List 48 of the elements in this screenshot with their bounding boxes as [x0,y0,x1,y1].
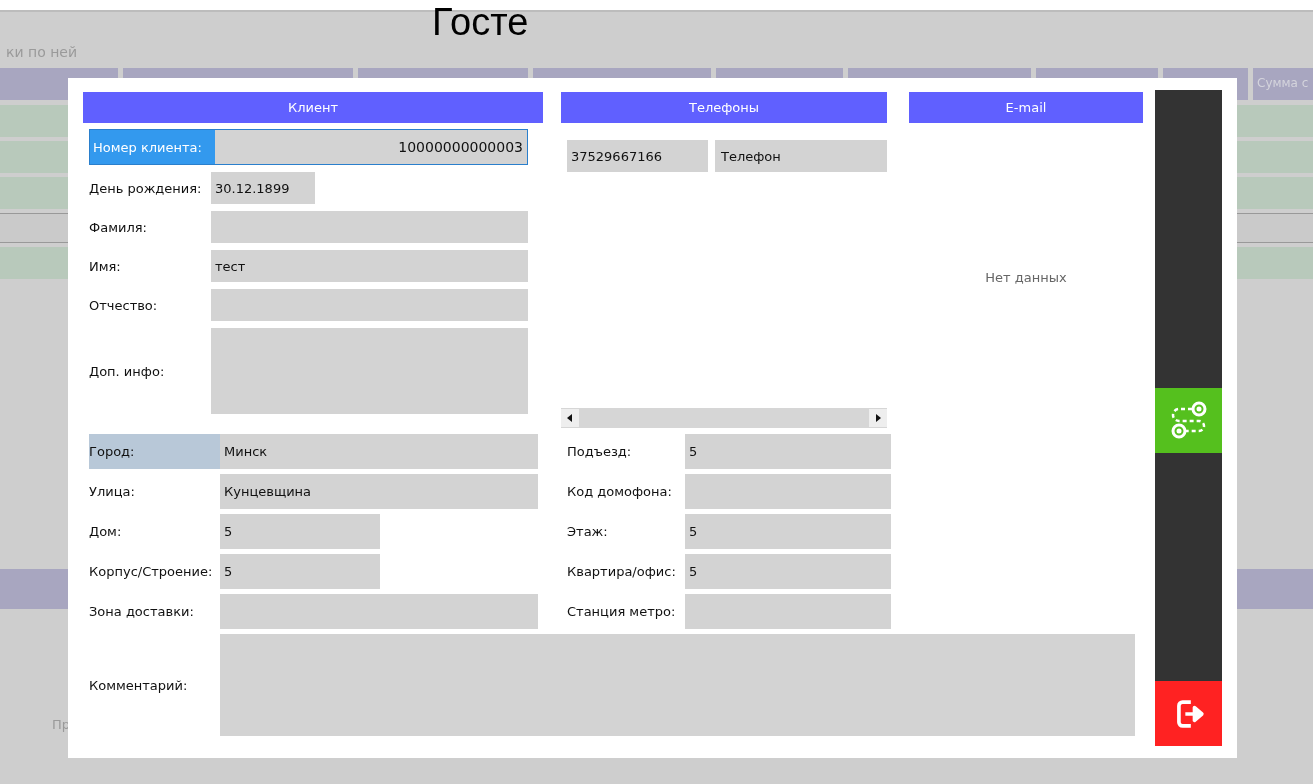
input-field[interactable]: Минск [220,434,538,469]
selected-field-row[interactable]: Номер клиента: 10000000000003 [89,129,528,165]
input-field[interactable]: 5 [220,514,380,549]
exit-button[interactable] [1155,681,1222,746]
field-label: Код домофона: [567,483,673,501]
field-label: Этаж: [567,523,609,541]
page-title: Госте [432,1,529,43]
field-label: Город: [89,443,136,461]
field-label: Имя: [89,257,122,276]
field-label: День рождения: [89,179,203,198]
field-label: Комментарий: [89,676,189,695]
comment-field[interactable] [220,634,1135,736]
field-label: Отчество: [89,296,159,315]
input-field[interactable]: 5 [220,554,380,589]
scroll-left-icon[interactable] [561,409,579,427]
field-label: Доп. инфо: [89,362,166,381]
input-field[interactable]: 10000000000003 [215,130,527,164]
input-field[interactable] [211,328,528,414]
field-label: Квартира/офис: [567,563,677,581]
field-label: Дом: [89,523,123,541]
input-field[interactable] [685,474,891,509]
input-field[interactable]: 30.12.1899 [211,172,315,204]
column-header: Телефоны [561,92,887,123]
field-label: Фамиля: [89,218,148,237]
highlighted-field-row[interactable]: Город: Минск [89,434,538,469]
input-field[interactable]: Кунцевщина [220,474,538,509]
field-label: Улица: [89,483,136,501]
column-header: Клиент [83,92,543,123]
horizontal-scrollbar[interactable] [561,408,887,428]
phone-number-cell[interactable]: 37529667166 [567,140,708,172]
input-field[interactable] [685,594,891,629]
field-label: Подъезд: [567,443,633,461]
input-field[interactable]: 5 [685,434,891,469]
input-field[interactable]: 5 [685,554,891,589]
scroll-right-icon[interactable] [869,409,887,427]
phone-type-cell[interactable]: Телефон [715,140,887,172]
input-field[interactable] [211,289,528,321]
field-label: Зона доставки: [89,603,195,621]
input-field[interactable] [211,211,528,243]
input-field[interactable] [220,594,538,629]
field-label: Станция метро: [567,603,677,621]
column-header: E-mail [909,92,1143,123]
field-label: Номер клиента: [92,138,203,157]
field-label: Корпус/Строение: [89,563,214,581]
input-field[interactable]: тест [211,250,528,282]
empty-message: Нет данных [985,270,1067,287]
input-field[interactable]: 5 [685,514,891,549]
route-button[interactable] [1155,387,1222,453]
